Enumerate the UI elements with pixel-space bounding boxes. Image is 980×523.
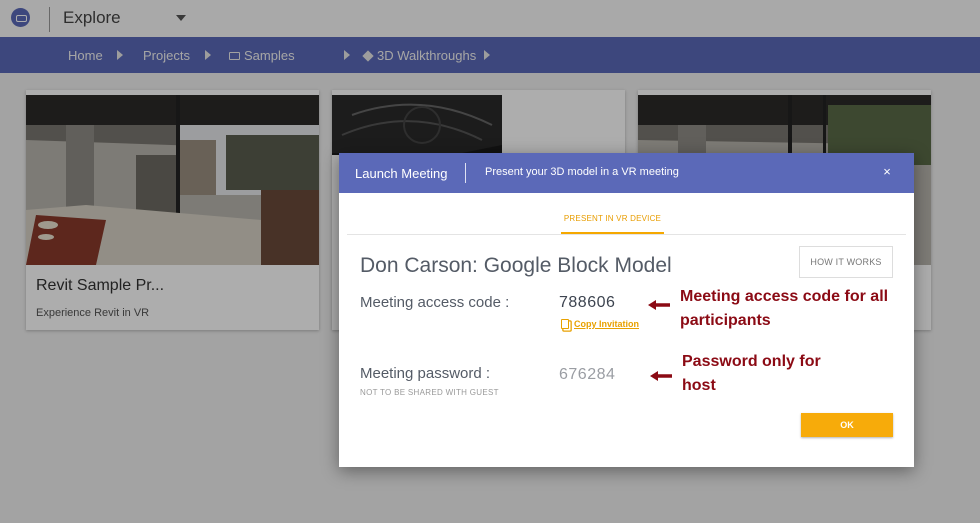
- tab-present-in-vr-device[interactable]: PRESENT IN VR DEVICE: [561, 202, 664, 234]
- password-value: 676284: [559, 366, 616, 383]
- how-it-works-button[interactable]: HOW IT WORKS: [799, 246, 893, 278]
- dialog-title: Launch Meeting: [355, 166, 448, 181]
- dialog-subtitle: Present your 3D model in a VR meeting: [485, 166, 679, 178]
- copy-invitation-link[interactable]: Copy Invitation: [561, 317, 639, 329]
- close-icon[interactable]: ×: [879, 164, 895, 180]
- dialog-header: Launch Meeting Present your 3D model in …: [339, 153, 914, 193]
- ok-button[interactable]: OK: [801, 413, 893, 437]
- copy-icon: [561, 319, 569, 329]
- tab-divider: [347, 234, 906, 235]
- model-name: Don Carson: Google Block Model: [360, 254, 672, 277]
- arrow-left-icon: [648, 300, 670, 310]
- access-code-value: 788606: [559, 294, 616, 311]
- password-note: NOT TO BE SHARED WITH GUEST: [360, 388, 499, 397]
- annotation-password: Password only for host: [682, 353, 821, 394]
- arrow-left-icon: [650, 371, 672, 381]
- password-label: Meeting password :: [360, 365, 491, 382]
- annotation-access-code: Meeting access code for all participants: [680, 288, 889, 329]
- access-code-label: Meeting access code :: [360, 294, 510, 311]
- divider: [465, 163, 466, 183]
